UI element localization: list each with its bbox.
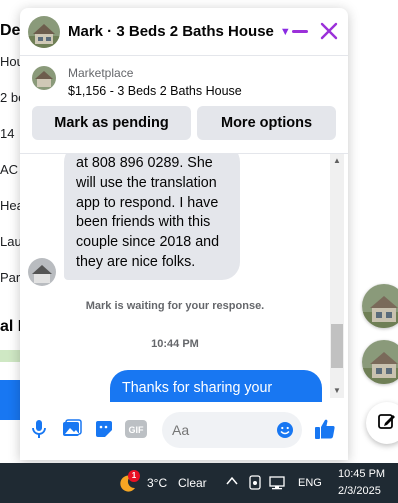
scroll-down-arrow-icon[interactable]: ▼: [333, 386, 341, 395]
listing-thumbnail[interactable]: [32, 66, 56, 90]
weather-temperature[interactable]: 3°C: [147, 476, 167, 490]
input-language[interactable]: ENG: [298, 477, 322, 489]
mark-as-pending-button[interactable]: Mark as pending: [32, 106, 191, 140]
message-input[interactable]: [172, 422, 272, 438]
background-title: De: [0, 22, 21, 39]
background-line: 14: [0, 126, 15, 141]
chat-header[interactable]: Mark · 3 Beds 2 Baths House ▼: [20, 8, 348, 56]
minimize-icon[interactable]: [292, 30, 308, 33]
chat-window: Mark · 3 Beds 2 Baths House ▼ Marketplac…: [20, 8, 348, 460]
scroll-up-arrow-icon[interactable]: ▲: [333, 156, 341, 165]
contact-avatar[interactable]: [28, 15, 60, 48]
windows-taskbar: 1 3°C Clear ENG 10:45 PM 2/3/2025: [0, 463, 398, 503]
message-scrollbar[interactable]: ▲ ▼: [330, 154, 344, 398]
clock-time[interactable]: 10:45 PM: [338, 468, 385, 480]
compose-icon: [377, 411, 397, 436]
gif-label: GIF: [129, 425, 145, 435]
listing-title[interactable]: $1,156 - 3 Beds 2 Baths House: [68, 84, 242, 98]
microphone-icon[interactable]: [28, 418, 50, 440]
notification-badge: 1: [128, 470, 140, 482]
thumbs-up-icon[interactable]: [314, 418, 336, 440]
meet-now-icon[interactable]: [248, 475, 262, 494]
emoji-icon[interactable]: [276, 421, 294, 442]
message-list[interactable]: at 808 896 0289. She will use the transl…: [20, 154, 348, 402]
message-composer: GIF: [20, 402, 348, 460]
outgoing-message-bubble: Thanks for sharing your: [110, 370, 322, 402]
chat-head-avatar[interactable]: [362, 340, 398, 384]
sender-avatar: [28, 258, 56, 286]
more-options-button[interactable]: More options: [197, 106, 336, 140]
incoming-message-bubble: at 808 896 0289. She will use the transl…: [64, 154, 240, 280]
message-timestamp: 10:44 PM: [151, 338, 199, 350]
clock-date[interactable]: 2/3/2025: [338, 485, 381, 497]
marketplace-panel: Marketplace $1,156 - 3 Beds 2 Baths Hous…: [20, 56, 348, 154]
close-icon[interactable]: [320, 22, 338, 40]
contact-name[interactable]: Mark · 3 Beds 2 Baths House: [68, 23, 274, 40]
weather-condition[interactable]: Clear: [178, 476, 207, 490]
gif-icon[interactable]: GIF: [124, 418, 148, 440]
chevron-up-icon[interactable]: [226, 474, 238, 491]
chevron-down-icon[interactable]: ▼: [280, 26, 291, 38]
message-input-box[interactable]: [162, 412, 302, 448]
chat-head-avatar[interactable]: [362, 284, 398, 328]
scrollbar-thumb[interactable]: [331, 324, 343, 368]
network-icon[interactable]: [268, 475, 286, 494]
waiting-status: Mark is waiting for your response.: [85, 300, 265, 312]
sticker-icon[interactable]: [93, 418, 115, 440]
marketplace-label: Marketplace: [68, 66, 134, 80]
background-section-heading: al I: [0, 318, 23, 335]
photo-icon[interactable]: [61, 418, 83, 440]
